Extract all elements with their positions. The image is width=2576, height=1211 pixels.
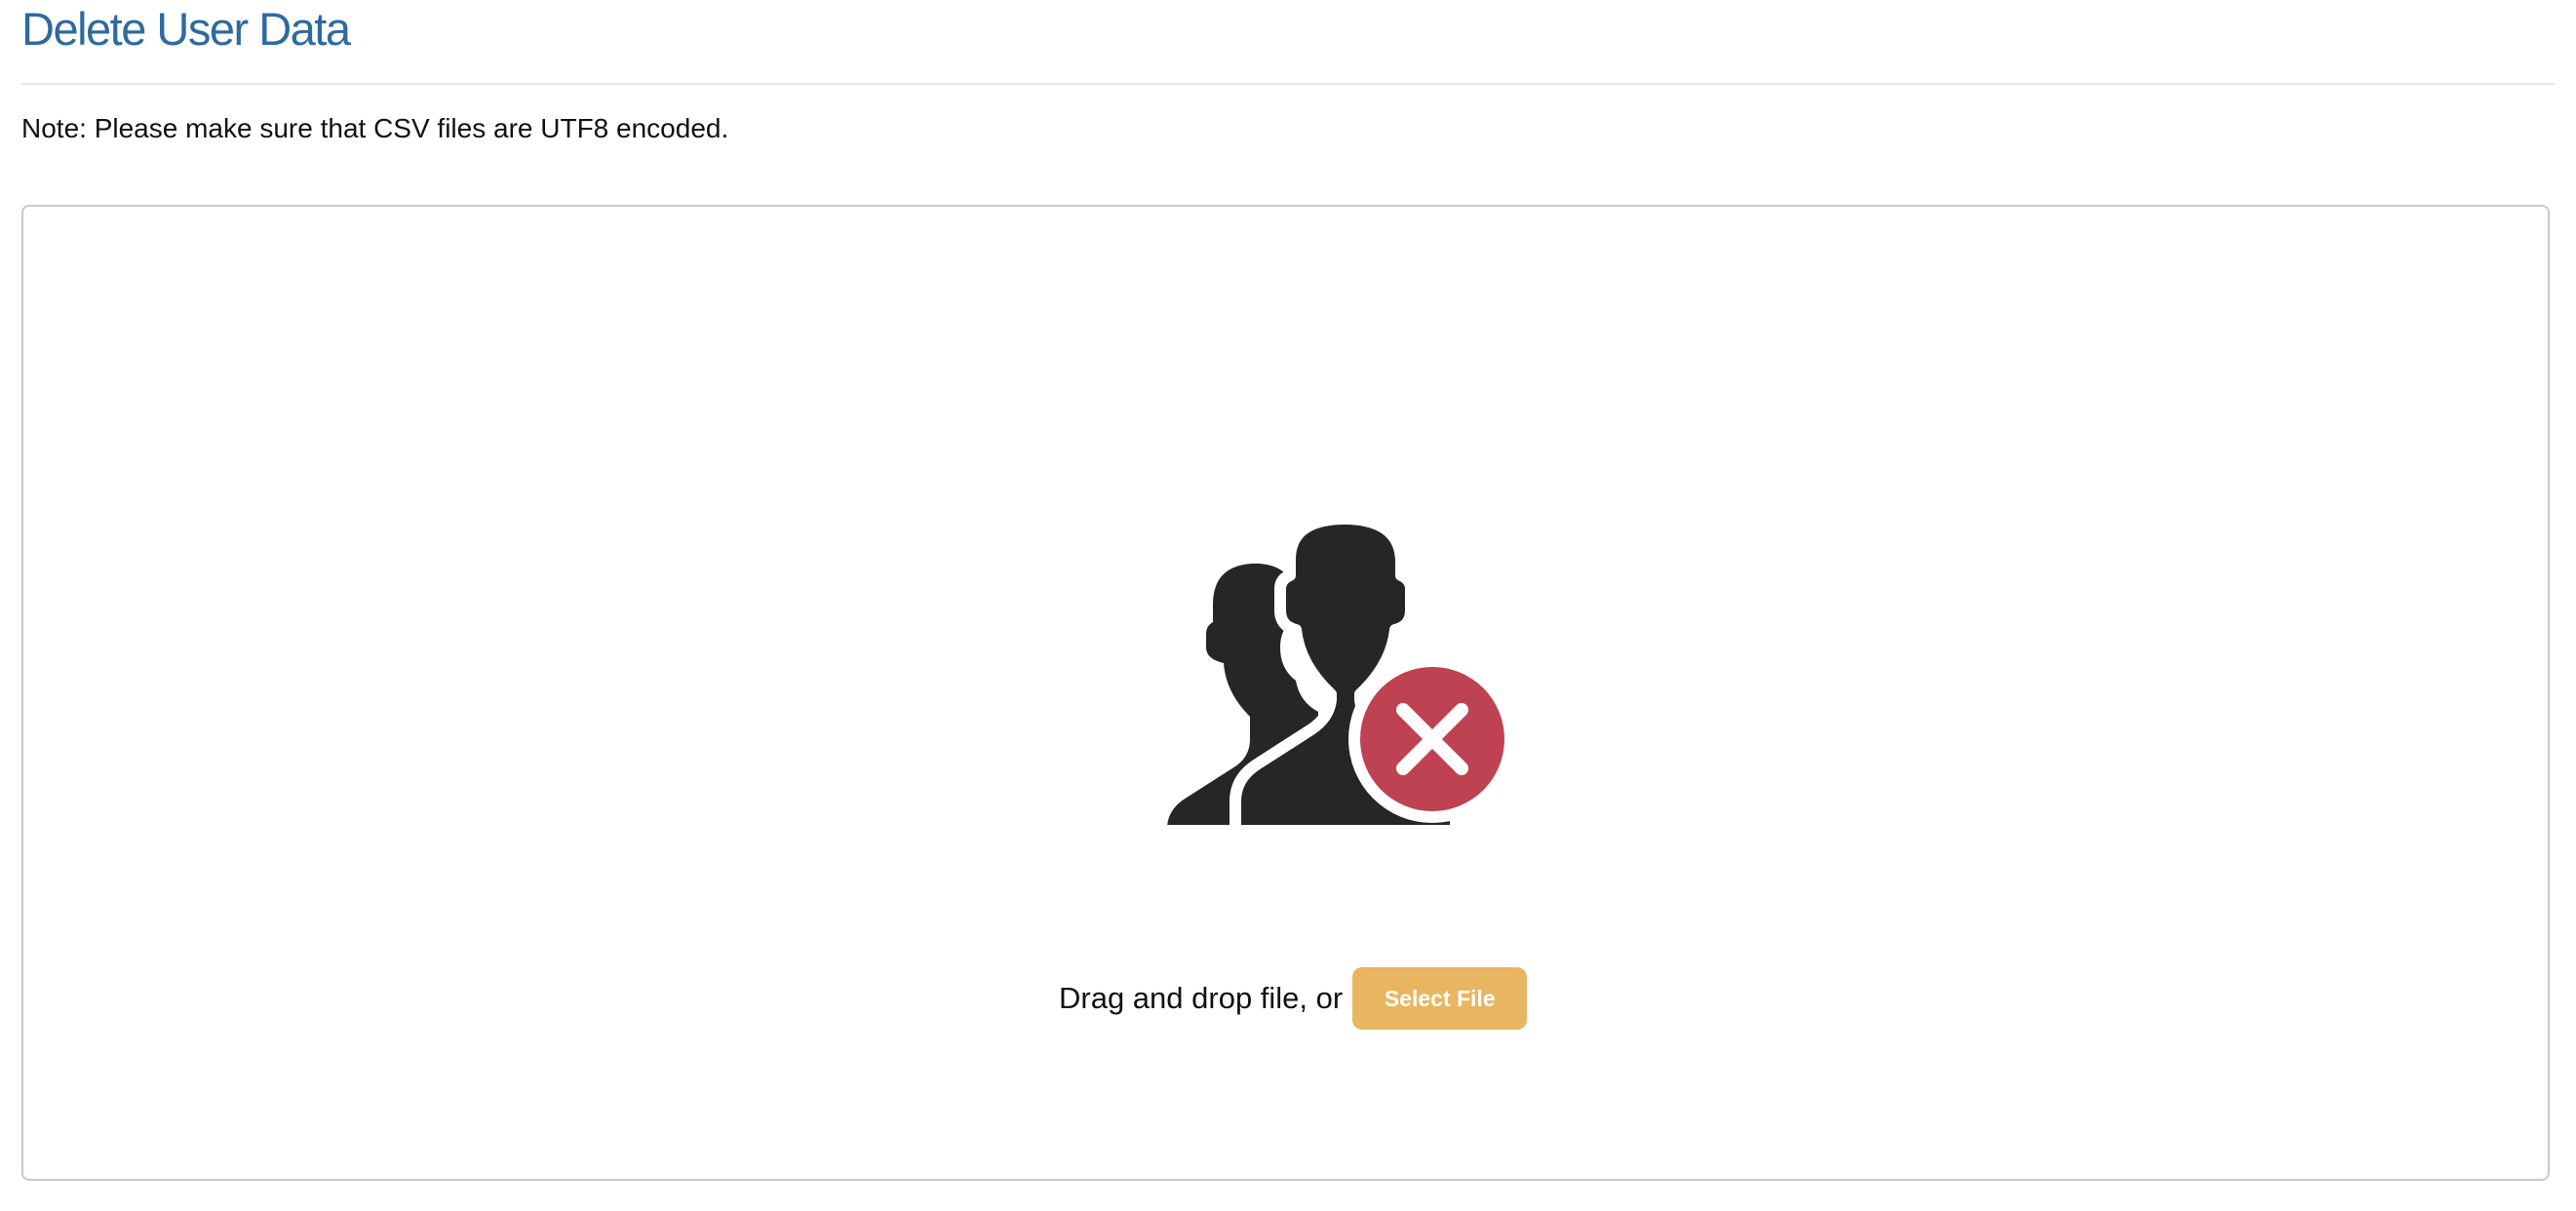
drag-drop-instruction: Drag and drop file, or: [1059, 981, 1344, 1015]
delete-badge: [1348, 655, 1512, 823]
users-delete-icon: [1167, 513, 1512, 825]
select-file-button[interactable]: Select File: [1352, 967, 1528, 1030]
delete-user-data-page: Delete User Data Note: Please make sure …: [0, 0, 2576, 1211]
encoding-note: Note: Please make sure that CSV files ar…: [21, 113, 729, 143]
dropzone-actions: Drag and drop file, or Select File: [1059, 967, 1528, 1030]
page-title: Delete User Data: [21, 3, 351, 55]
title-divider: [21, 83, 2555, 85]
file-dropzone[interactable]: Drag and drop file, or Select File: [21, 205, 2550, 1181]
